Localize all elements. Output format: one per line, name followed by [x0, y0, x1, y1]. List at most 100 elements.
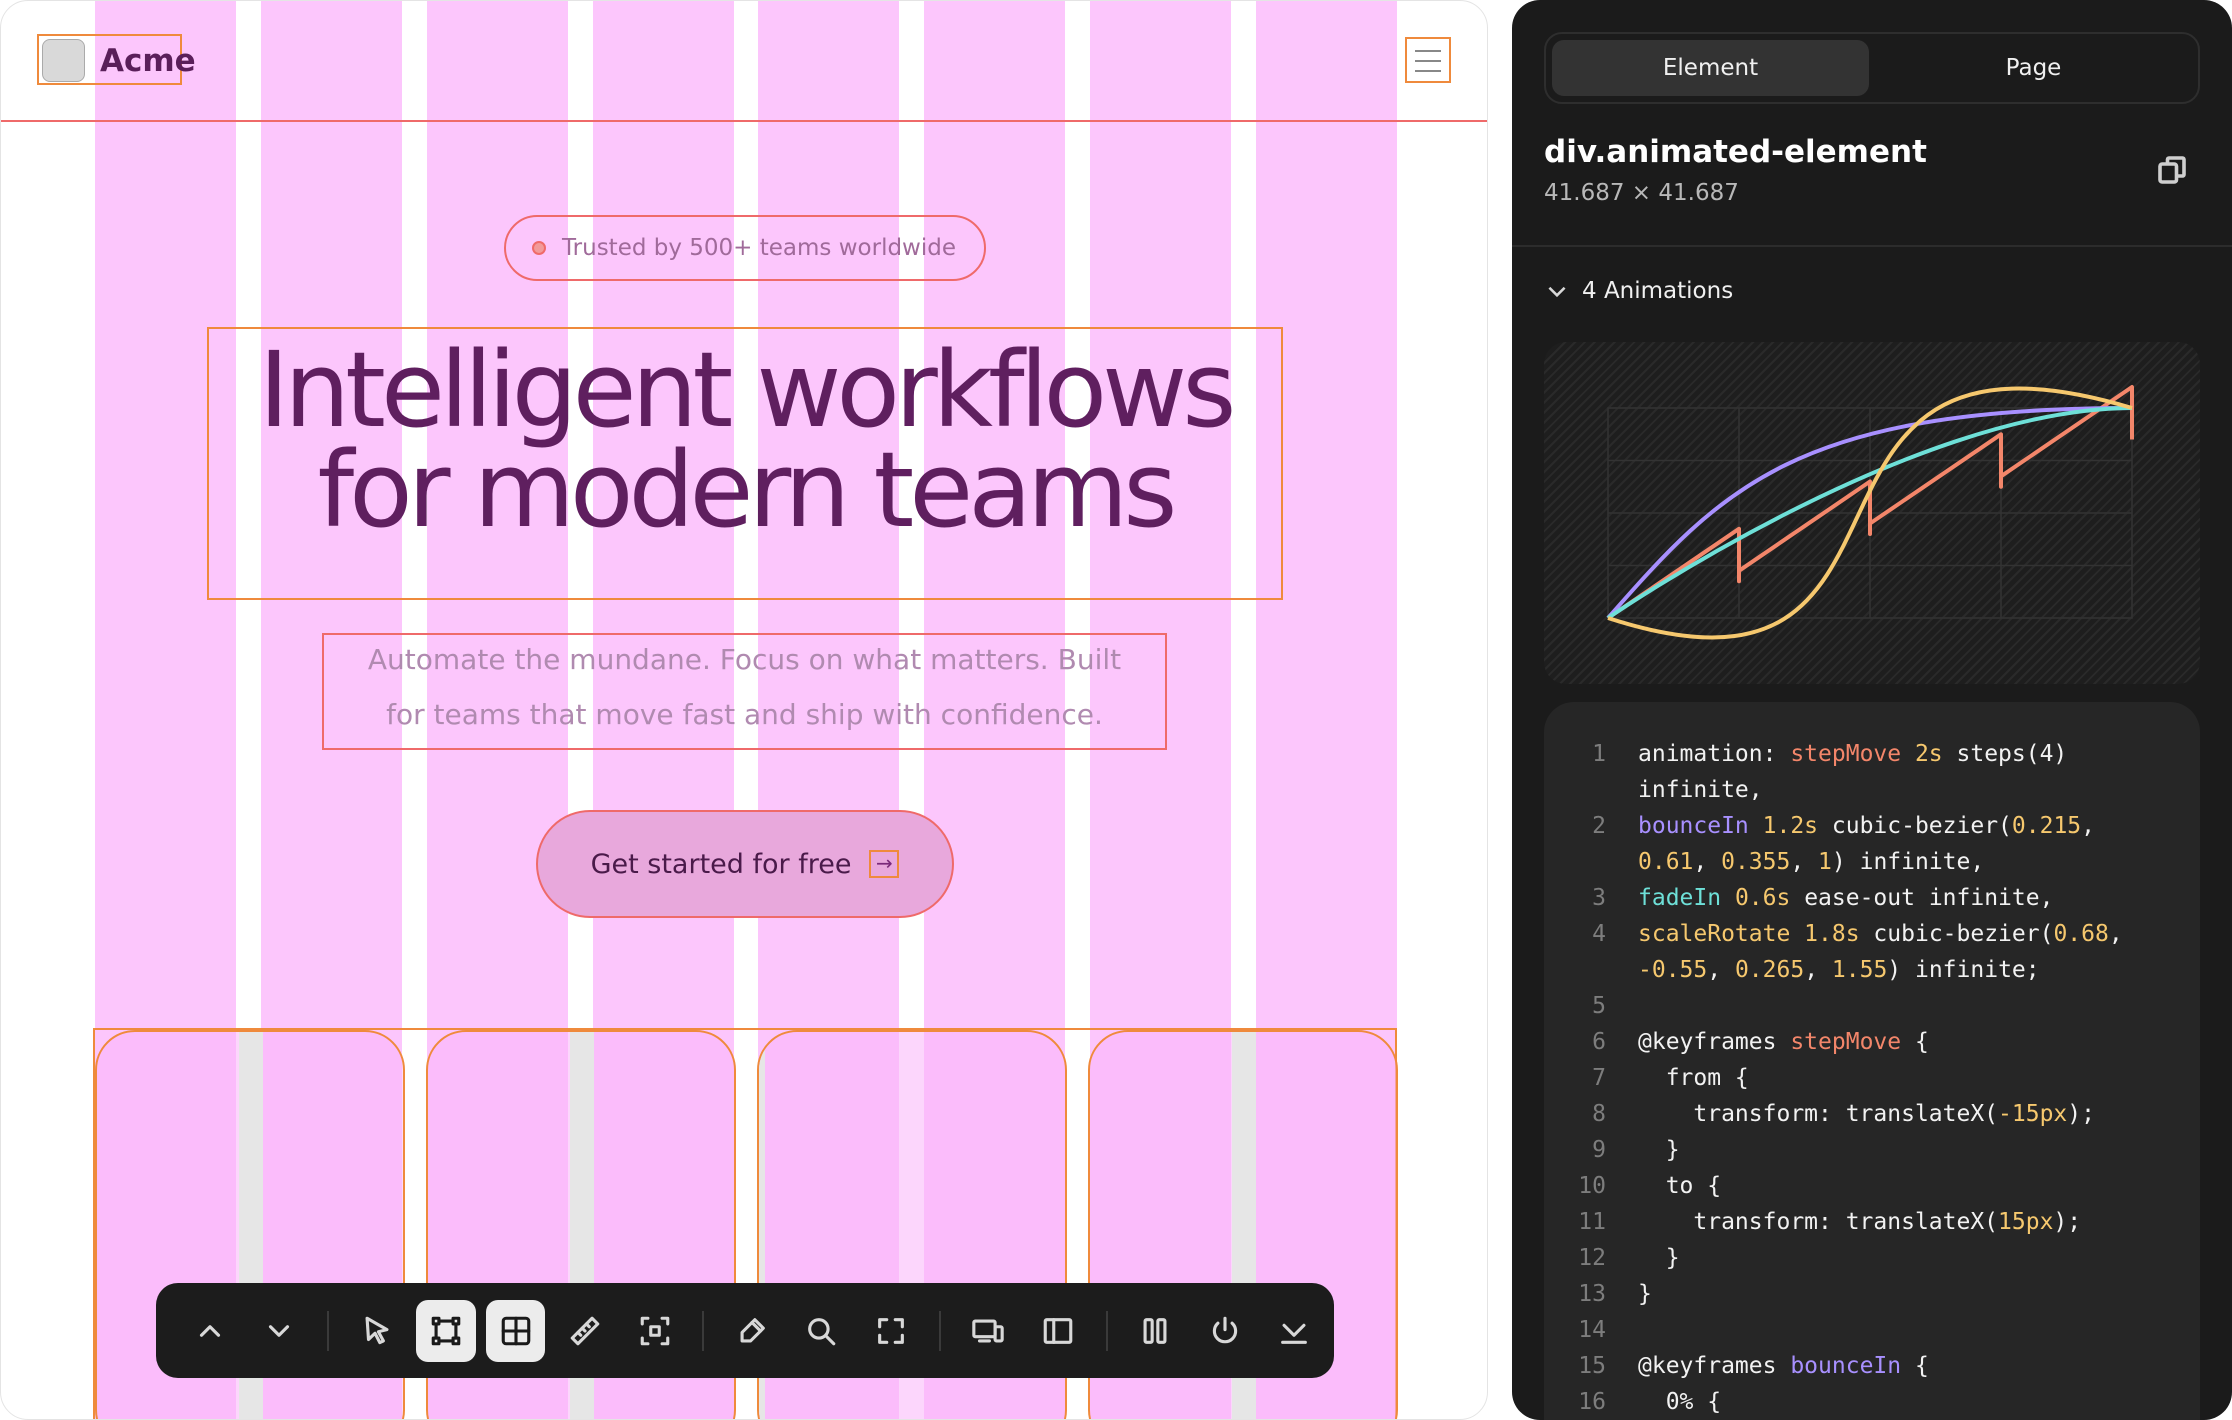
- select-parent-button[interactable]: [180, 1300, 239, 1362]
- fullscreen-icon: [878, 1317, 904, 1344]
- code-token: ) infinite;: [1887, 957, 2040, 983]
- element-dimensions: 41.687 × 41.687: [1544, 180, 1739, 206]
- code-token: bounceIn: [1790, 1353, 1902, 1379]
- code-token: steps(4): [1942, 741, 2068, 767]
- code-line: 8 transform: translateX(-15px);: [1544, 1096, 2200, 1132]
- code-line: infinite,: [1544, 772, 2200, 808]
- trust-badge-text: Trusted by 500+ teams worldwide: [562, 235, 957, 261]
- hamburger-menu-button[interactable]: [1405, 37, 1451, 83]
- code-token: to {: [1638, 1173, 1722, 1199]
- hero-subtitle: Automate the mundane. Focus on what matt…: [322, 633, 1167, 750]
- brand-logo-link[interactable]: Acme: [37, 34, 196, 85]
- code-text: 0% {: [1638, 1384, 1721, 1420]
- magnifier-icon: [808, 1317, 836, 1345]
- status-dot-icon: [532, 241, 546, 255]
- code-token: @keyframes: [1638, 1353, 1791, 1379]
- timing-curves-graph: [1544, 342, 2200, 684]
- pause-button[interactable]: [1126, 1300, 1185, 1362]
- code-text: to {: [1638, 1168, 1721, 1204]
- timing-curves-svg: [1606, 385, 2134, 640]
- line-number: 7: [1592, 1065, 1606, 1091]
- code-token: fadeIn: [1638, 885, 1722, 911]
- code-line: 15 @keyframes bounceIn {: [1544, 1348, 2200, 1384]
- code-token: ,: [1790, 849, 1819, 875]
- hero-subtitle-line: for teams that move fast and ship with c…: [386, 698, 1103, 731]
- chevron-down-icon: [269, 1324, 290, 1337]
- code-line: 7 from {: [1544, 1060, 2200, 1096]
- inspector-toolbar: [156, 1283, 1334, 1378]
- eyedropper-icon: [740, 1317, 765, 1342]
- select-tool-button[interactable]: [347, 1300, 406, 1362]
- code-line: 16 0% {: [1544, 1384, 2200, 1420]
- grid-toggle-button[interactable]: [485, 1299, 546, 1362]
- collapse-toolbar-button[interactable]: [1264, 1300, 1323, 1362]
- code-token: -0.55: [1638, 957, 1708, 983]
- code-line: 3 fadeIn 0.6s ease-out infinite,: [1544, 880, 2200, 916]
- code-text: 0.61, 0.355, 1) infinite,: [1638, 844, 1984, 880]
- code-token: ,: [1693, 849, 1722, 875]
- color-picker-button[interactable]: [722, 1300, 781, 1362]
- hero-subtitle-line: Automate the mundane. Focus on what matt…: [367, 643, 1122, 676]
- toolbar-separator: [702, 1310, 705, 1351]
- code-text: }: [1638, 1276, 1652, 1312]
- code-token: {: [1901, 1353, 1929, 1379]
- area-select-button[interactable]: [625, 1300, 684, 1362]
- code-line: 6 @keyframes stepMove {: [1544, 1024, 2200, 1060]
- get-started-button[interactable]: Get started for free →: [536, 810, 954, 918]
- code-token: cubic-bezier(: [1818, 813, 2012, 839]
- line-number: 15: [1578, 1353, 1606, 1379]
- panel-divider: [1512, 245, 2232, 247]
- responsive-view-button[interactable]: [959, 1300, 1018, 1362]
- code-text: }: [1638, 1240, 1680, 1276]
- code-token: 15px: [1998, 1209, 2054, 1235]
- frame-select-icon: [431, 1316, 461, 1345]
- line-number: 16: [1578, 1389, 1606, 1415]
- zoom-button[interactable]: [792, 1300, 851, 1362]
- sidebar-toggle-button[interactable]: [1028, 1300, 1087, 1362]
- line-number: 1: [1592, 741, 1606, 767]
- code-text: @keyframes stepMove {: [1638, 1024, 1929, 1060]
- copy-button[interactable]: [2154, 152, 2190, 188]
- power-button[interactable]: [1195, 1300, 1254, 1362]
- code-token: }: [1638, 1245, 1680, 1271]
- chevron-down-icon: [1548, 286, 1566, 298]
- code-token: stepMove: [1790, 741, 1902, 767]
- line-number: 10: [1578, 1173, 1606, 1199]
- code-token: ,: [1707, 957, 1735, 983]
- code-text: scaleRotate 1.8s cubic-bezier(0.68,: [1638, 916, 2123, 952]
- code-token: 0% {: [1638, 1389, 1722, 1415]
- frame-tool-button[interactable]: [416, 1299, 476, 1362]
- ruler-tool-button[interactable]: [555, 1300, 614, 1362]
- line-number: 4: [1592, 921, 1606, 947]
- code-token: 0.61: [1638, 849, 1694, 875]
- select-child-button[interactable]: [249, 1300, 308, 1362]
- code-text: fadeIn 0.6s ease-out infinite,: [1638, 880, 2053, 916]
- menu-icon: [1415, 50, 1441, 52]
- code-token: from {: [1638, 1065, 1749, 1091]
- code-token: ,: [2081, 813, 2096, 839]
- tab-page[interactable]: Page: [1875, 40, 2192, 96]
- code-token: 1.55: [1831, 957, 1888, 983]
- grid-icon: [501, 1316, 530, 1345]
- menu-icon: [1415, 70, 1441, 72]
- code-token: bounceIn: [1638, 813, 1749, 839]
- code-line: 1 animation: stepMove 2s steps(4): [1544, 736, 2200, 772]
- code-text: infinite,: [1638, 772, 1763, 808]
- hero-heading-line: for modern teams: [317, 429, 1178, 551]
- line-number: 13: [1578, 1281, 1606, 1307]
- code-token: transform: translateX(: [1638, 1209, 1999, 1235]
- toolbar-separator: [938, 1310, 941, 1351]
- code-text: from {: [1638, 1060, 1749, 1096]
- code-text: transform: translateX(-15px);: [1638, 1096, 2095, 1132]
- code-text: }: [1638, 1132, 1680, 1168]
- animations-toggle[interactable]: 4 Animations: [1544, 278, 1733, 304]
- code-line: 12 }: [1544, 1240, 2200, 1276]
- site-preview: Acme Trusted by 500+ teams worldwide Int…: [0, 0, 1488, 1420]
- tab-element[interactable]: Element: [1552, 40, 1869, 96]
- code-token: ,: [1804, 957, 1832, 983]
- fullscreen-button[interactable]: [861, 1300, 920, 1362]
- code-token: ,: [2108, 921, 2123, 947]
- animations-count: 4 Animations: [1582, 278, 1734, 304]
- collapse-icon: [1281, 1323, 1308, 1344]
- code-token: 1.8s: [1790, 921, 1860, 947]
